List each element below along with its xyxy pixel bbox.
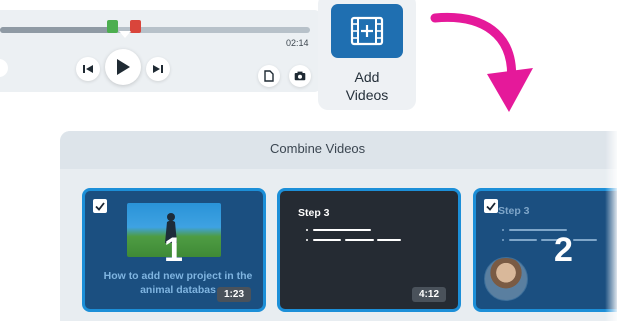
- clip-card-2[interactable]: Step 3 4:12: [277, 188, 461, 312]
- clip-card-1[interactable]: 1 How to add new project in the animal d…: [82, 188, 266, 312]
- checkmark-icon: [95, 201, 105, 211]
- panel-title: Combine Videos: [270, 141, 366, 156]
- document-icon: [264, 70, 274, 82]
- screen: 02:14 Add Videos Combine Videos 1 How to…: [0, 0, 617, 321]
- clip-step-label: Step 3: [298, 207, 330, 219]
- checkmark-icon: [486, 201, 496, 211]
- timeline-track[interactable]: [0, 27, 310, 33]
- bullet-dot: [306, 239, 308, 241]
- partial-button[interactable]: [0, 59, 8, 77]
- add-videos-button[interactable]: [331, 4, 403, 58]
- text-line: [313, 229, 371, 231]
- camera-icon: [294, 71, 306, 81]
- bullet-dot: [502, 239, 504, 241]
- next-frame-button[interactable]: [146, 57, 170, 81]
- text-line: [509, 239, 537, 241]
- text-line: [313, 239, 341, 241]
- trim-end-marker[interactable]: [130, 20, 141, 33]
- playhead-icon[interactable]: [119, 31, 131, 38]
- edge-fade: [605, 131, 617, 321]
- clip-order-number: 1: [164, 231, 183, 269]
- document-button[interactable]: [258, 65, 280, 87]
- step-back-icon: [83, 65, 93, 73]
- play-button[interactable]: [105, 49, 141, 85]
- previous-frame-button[interactable]: [76, 57, 100, 81]
- film-add-icon: [350, 16, 384, 46]
- clip-step-label: Step 3: [498, 205, 530, 217]
- clip-order-number: 2: [554, 231, 573, 269]
- add-videos-label: Add Videos: [345, 69, 389, 103]
- clip-card-3[interactable]: Step 3 2: [473, 188, 617, 312]
- bullet-dot: [306, 229, 308, 231]
- clip-duration: 4:12: [411, 287, 446, 302]
- step-forward-icon: [153, 65, 163, 73]
- duration-label: 02:14: [286, 38, 309, 48]
- text-line: [573, 239, 597, 241]
- text-line: [345, 239, 374, 241]
- play-icon: [117, 59, 130, 75]
- curved-arrow-icon: [430, 12, 533, 112]
- clip-duration: 1:23: [216, 287, 251, 302]
- timeline-played: [0, 27, 112, 33]
- text-line: [377, 239, 401, 241]
- presenter-avatar: [484, 257, 528, 301]
- clip-checkbox[interactable]: [93, 199, 107, 213]
- snapshot-button[interactable]: [289, 65, 311, 87]
- bullet-dot: [502, 229, 504, 231]
- trim-start-marker[interactable]: [107, 20, 118, 33]
- clip-checkbox[interactable]: [484, 199, 498, 213]
- video-player-controls: 02:14: [0, 10, 322, 92]
